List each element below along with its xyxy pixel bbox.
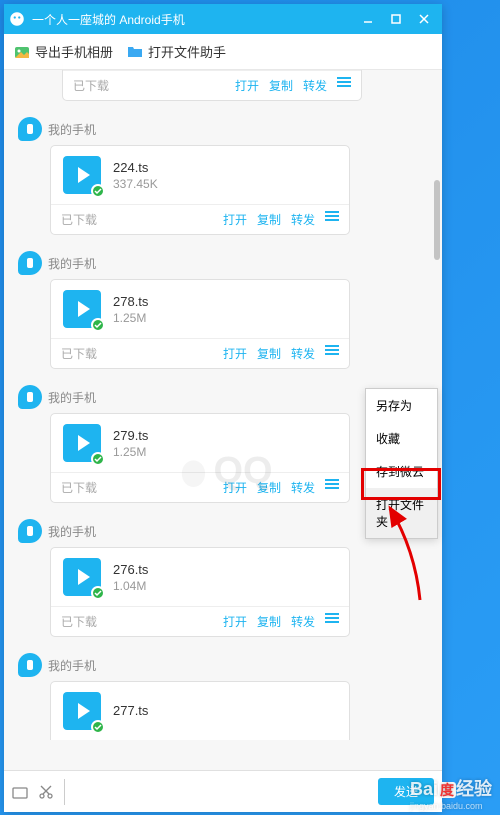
file-size: 337.45K (113, 177, 158, 191)
avatar-icon (18, 519, 42, 543)
message-input[interactable] (64, 779, 368, 805)
open-file-helper-button[interactable]: 打开文件助手 (127, 42, 226, 61)
file-name: 276.ts (113, 562, 148, 577)
sender-name: 我的手机 (48, 657, 96, 674)
file-row[interactable]: 276.ts 1.04M (51, 548, 349, 606)
copy-action[interactable]: 复制 (257, 613, 281, 630)
window-title: 一个人一座城的 Android手机 (32, 11, 185, 28)
input-bar: 发送 (4, 770, 442, 812)
annotation-arrow-icon (380, 500, 440, 610)
copy-action[interactable]: 复制 (257, 345, 281, 362)
sender-name: 我的手机 (48, 121, 96, 138)
menu-favorite[interactable]: 收藏 (366, 422, 437, 455)
video-file-icon (63, 692, 101, 730)
maximize-button[interactable] (382, 4, 410, 34)
open-action[interactable]: 打开 (223, 211, 247, 228)
open-action[interactable]: 打开 (223, 345, 247, 362)
qq-logo-icon (8, 10, 26, 28)
menu-save-cloud[interactable]: 存到微云 (366, 455, 437, 488)
avatar-icon (18, 385, 42, 409)
file-row[interactable]: 278.ts 1.25M (51, 280, 349, 338)
more-menu-icon[interactable] (325, 345, 339, 362)
avatar-icon (18, 251, 42, 275)
video-file-icon (63, 290, 101, 328)
sender-name: 我的手机 (48, 255, 96, 272)
file-size: 1.25M (113, 445, 148, 459)
more-menu-icon[interactable] (337, 77, 351, 94)
bubble-footer: 已下载 打开 复制 转发 (51, 606, 349, 636)
bubble-footer: 已下载 打开 复制 转发 (51, 338, 349, 368)
file-size: 1.04M (113, 579, 148, 593)
forward-action[interactable]: 转发 (291, 613, 315, 630)
scrollbar-thumb[interactable] (434, 180, 440, 260)
avatar-icon (18, 117, 42, 141)
message-partial: 已下载 打开 复制 转发 (4, 70, 442, 111)
file-name: 277.ts (113, 703, 148, 718)
file-name: 279.ts (113, 428, 148, 443)
qq-watermark: QQ (173, 450, 272, 493)
avatar-icon (18, 653, 42, 677)
photos-icon (14, 44, 30, 60)
folder-icon (127, 44, 143, 60)
folder-open-icon[interactable] (12, 784, 28, 800)
file-row[interactable]: 277.ts (51, 682, 349, 740)
download-status: 已下载 (61, 345, 223, 362)
close-button[interactable] (410, 4, 438, 34)
file-bubble: 224.ts 337.45K 已下载 打开 复制 转发 (50, 145, 350, 235)
sender-name: 我的手机 (48, 389, 96, 406)
video-file-icon (63, 424, 101, 462)
file-size: 1.25M (113, 311, 148, 325)
forward-action[interactable]: 转发 (291, 211, 315, 228)
video-file-icon (63, 558, 101, 596)
copy-action[interactable]: 复制 (269, 77, 293, 94)
message: 我的手机 278.ts 1.25M 已下载 打开 复制 转发 (4, 245, 442, 379)
file-bubble: 276.ts 1.04M 已下载 打开 复制 转发 (50, 547, 350, 637)
file-row[interactable]: 224.ts 337.45K (51, 146, 349, 204)
more-menu-icon[interactable] (325, 479, 339, 496)
forward-action[interactable]: 转发 (291, 345, 315, 362)
baidu-watermark: Bai度经验 jingyan.baidu.com (410, 775, 492, 811)
bubble-footer: 已下载 打开 复制 转发 (51, 204, 349, 234)
more-menu-icon[interactable] (325, 211, 339, 228)
minimize-button[interactable] (354, 4, 382, 34)
download-status: 已下载 (61, 613, 223, 630)
file-bubble: 277.ts (50, 681, 350, 740)
message: 我的手机 277.ts (4, 647, 442, 750)
file-name: 224.ts (113, 160, 158, 175)
download-status: 已下载 (73, 77, 235, 94)
file-name: 278.ts (113, 294, 148, 309)
bubble-footer: 已下载 打开 复制 转发 (63, 70, 361, 100)
open-action[interactable]: 打开 (235, 77, 259, 94)
forward-action[interactable]: 转发 (291, 479, 315, 496)
menu-save-as[interactable]: 另存为 (366, 389, 437, 422)
more-menu-icon[interactable] (325, 613, 339, 630)
sender-name: 我的手机 (48, 523, 96, 540)
titlebar: 一个人一座城的 Android手机 (4, 4, 442, 34)
export-photos-button[interactable]: 导出手机相册 (14, 42, 113, 61)
file-bubble: 已下载 打开 复制 转发 (62, 70, 362, 101)
video-file-icon (63, 156, 101, 194)
file-bubble: 278.ts 1.25M 已下载 打开 复制 转发 (50, 279, 350, 369)
toolbar: 导出手机相册 打开文件助手 (4, 34, 442, 70)
download-status: 已下载 (61, 211, 223, 228)
copy-action[interactable]: 复制 (257, 211, 281, 228)
open-action[interactable]: 打开 (223, 613, 247, 630)
message: 我的手机 224.ts 337.45K 已下载 打开 复制 转发 (4, 111, 442, 245)
scissors-icon[interactable] (38, 784, 54, 800)
forward-action[interactable]: 转发 (303, 77, 327, 94)
